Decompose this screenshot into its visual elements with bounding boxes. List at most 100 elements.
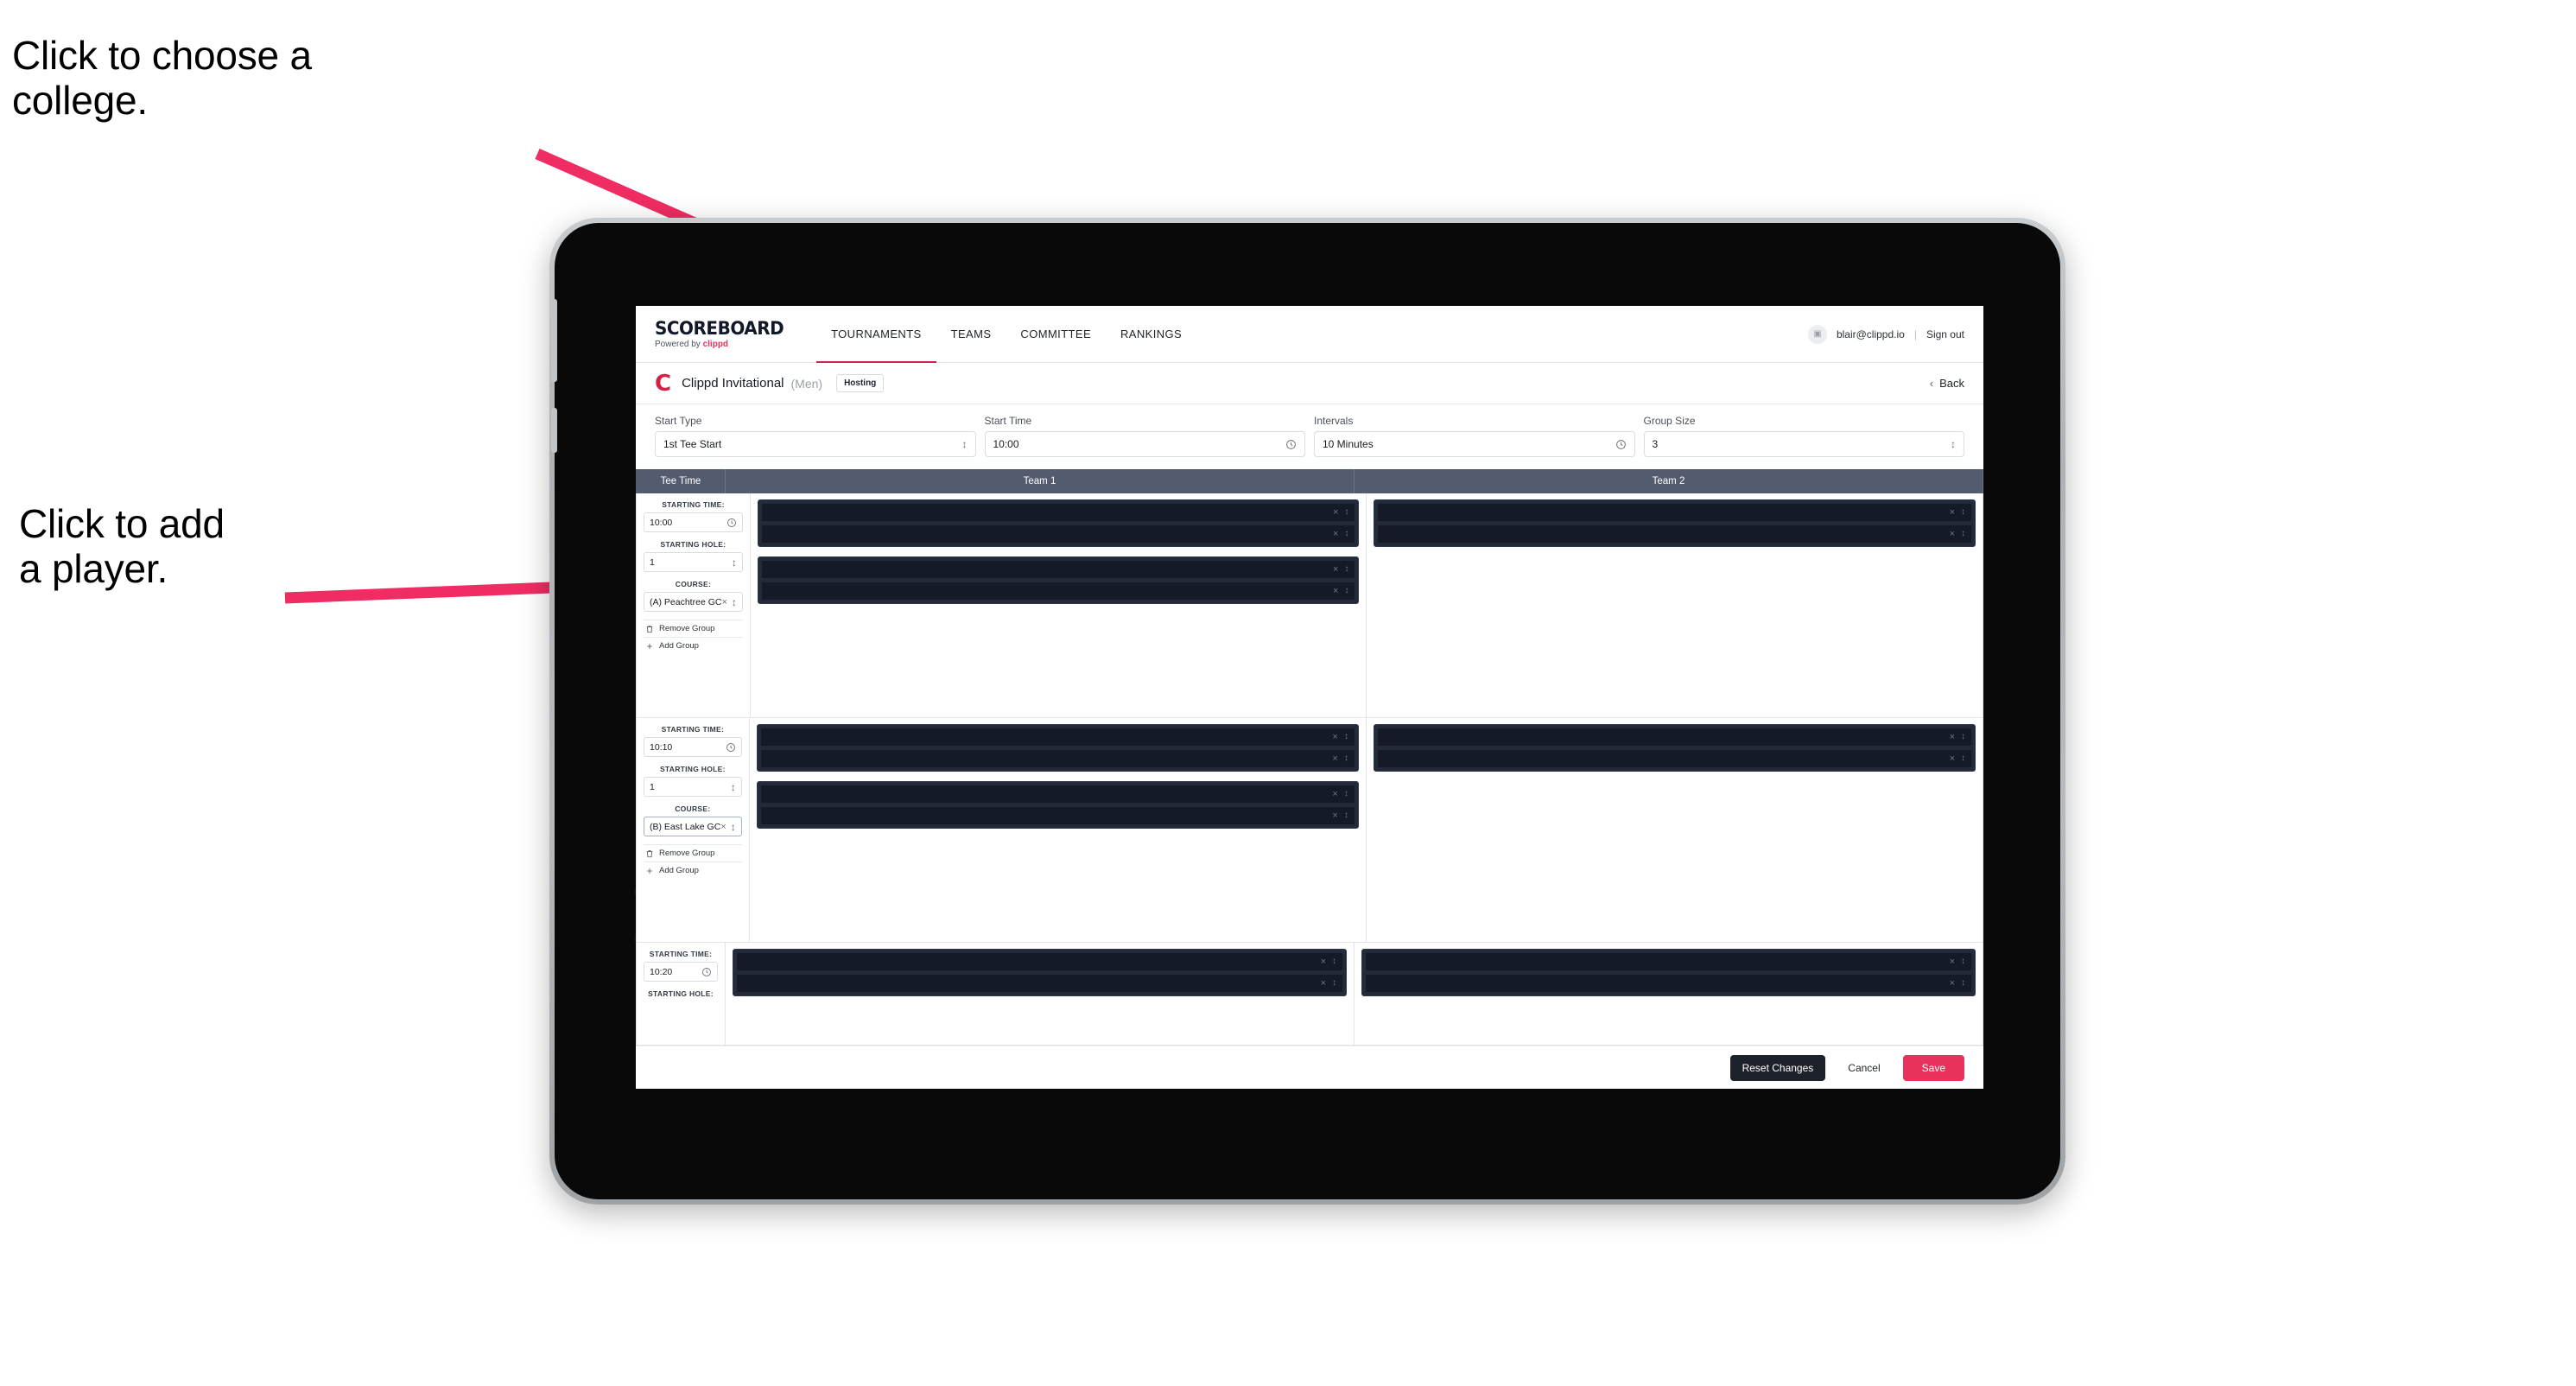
tee-time-row: STARTING TIME: 10:20 STARTING HOLE: × ↕ × ↕ × ↕ ×… bbox=[637, 943, 1983, 1045]
chevron-updown-icon[interactable]: ↕ bbox=[1344, 754, 1348, 763]
chevron-left-icon: ‹ bbox=[1929, 377, 1934, 390]
clear-icon[interactable]: × bbox=[1333, 586, 1338, 596]
chevron-updown-icon[interactable]: ↕ bbox=[1961, 508, 1965, 517]
column-header-tee-time: Tee Time bbox=[637, 469, 726, 493]
clear-icon[interactable]: × bbox=[1333, 529, 1338, 539]
tab-committee[interactable]: COMMITTEE bbox=[1006, 306, 1106, 362]
player-slot[interactable]: × ↕ bbox=[1377, 503, 1973, 522]
clock-icon bbox=[1615, 439, 1626, 449]
scoreboard-app-window: SCOREBOARD Powered by clippd TOURNAMENTS… bbox=[636, 306, 1983, 1089]
save-button[interactable]: Save bbox=[1902, 1054, 1964, 1081]
clock-icon bbox=[1286, 439, 1296, 449]
chevron-updown-icon[interactable]: ↕ bbox=[1344, 587, 1348, 595]
player-slot-group: × ↕ × ↕ bbox=[1373, 724, 1976, 772]
start-time-input[interactable]: 10:00 bbox=[984, 431, 1305, 457]
clear-icon[interactable]: × bbox=[1950, 529, 1955, 539]
player-slot[interactable]: × ↕ bbox=[759, 785, 1355, 804]
clear-icon[interactable]: × bbox=[721, 597, 726, 607]
chevron-updown-icon[interactable]: ↕ bbox=[1344, 811, 1348, 820]
clear-icon[interactable]: × bbox=[1950, 732, 1955, 742]
tab-tournaments[interactable]: TOURNAMENTS bbox=[816, 306, 936, 363]
start-type-select[interactable]: 1st Tee Start ↕ bbox=[655, 431, 976, 457]
player-slot[interactable]: × ↕ bbox=[1365, 974, 1972, 993]
top-navigation-bar: SCOREBOARD Powered by clippd TOURNAMENTS… bbox=[636, 306, 1983, 363]
clear-icon[interactable]: × bbox=[1333, 507, 1338, 518]
add-group-button[interactable]: Add Group bbox=[644, 861, 742, 879]
player-slot[interactable]: × ↕ bbox=[1377, 525, 1973, 544]
remove-group-button[interactable]: Remove Group bbox=[644, 844, 742, 861]
clear-icon[interactable]: × bbox=[1950, 507, 1955, 518]
sign-out-link[interactable]: Sign out bbox=[1926, 328, 1964, 340]
clear-icon[interactable]: × bbox=[1950, 978, 1955, 989]
chevron-updown-icon[interactable]: ↕ bbox=[1961, 754, 1965, 763]
player-slot[interactable]: × ↕ bbox=[736, 974, 1343, 993]
clear-icon[interactable]: × bbox=[720, 822, 726, 832]
clear-icon[interactable]: × bbox=[1321, 978, 1326, 989]
user-avatar-icon[interactable]: ▣ bbox=[1807, 324, 1827, 344]
chevron-updown-icon[interactable]: ↕ bbox=[1332, 957, 1336, 966]
tab-rankings[interactable]: RANKINGS bbox=[1106, 306, 1196, 362]
starting-time-input[interactable]: 10:20 bbox=[644, 962, 718, 982]
chevron-updown-icon[interactable]: ↕ bbox=[732, 557, 737, 568]
tournament-gender: (Men) bbox=[790, 376, 823, 391]
tee-time-row: STARTING TIME: 10:00 STARTING HOLE: 1 ↕ COURS… bbox=[637, 493, 1983, 718]
player-slot[interactable]: × ↕ bbox=[1376, 728, 1972, 747]
field-start-type: Start Type 1st Tee Start ↕ bbox=[655, 415, 976, 457]
add-group-button[interactable]: Add Group bbox=[644, 637, 743, 654]
chevron-updown-icon[interactable]: ↕ bbox=[1961, 979, 1965, 988]
cancel-button[interactable]: Cancel bbox=[1836, 1055, 1892, 1081]
starting-hole-label: STARTING HOLE: bbox=[660, 540, 726, 549]
player-slot[interactable]: × ↕ bbox=[760, 503, 1356, 522]
column-header-team-2: Team 2 bbox=[1355, 469, 1983, 493]
group-size-stepper[interactable]: 3 ↕ bbox=[1643, 431, 1964, 457]
player-slot[interactable]: × ↕ bbox=[760, 525, 1356, 544]
chevron-updown-icon[interactable]: ↕ bbox=[1344, 790, 1348, 798]
chevron-updown-icon[interactable]: ↕ bbox=[1961, 957, 1965, 966]
player-slot[interactable]: × ↕ bbox=[759, 749, 1355, 768]
starting-time-input[interactable]: 10:00 bbox=[644, 512, 743, 532]
course-select[interactable]: (A) Peachtree GC × ↕ bbox=[644, 592, 743, 612]
starting-hole-stepper[interactable]: 1 ↕ bbox=[644, 552, 743, 572]
starting-hole-label: STARTING HOLE: bbox=[648, 989, 714, 998]
starting-time-input[interactable]: 10:10 bbox=[644, 737, 742, 757]
back-link[interactable]: ‹ Back bbox=[1930, 377, 1964, 390]
chevron-updown-icon[interactable]: ↕ bbox=[1961, 733, 1965, 741]
clear-icon[interactable]: × bbox=[1333, 564, 1338, 575]
player-slot[interactable]: × ↕ bbox=[759, 806, 1355, 825]
player-slot[interactable]: × ↕ bbox=[1365, 952, 1972, 971]
chevron-updown-icon[interactable]: ↕ bbox=[731, 782, 736, 792]
field-start-type-label: Start Type bbox=[655, 415, 702, 427]
clear-icon[interactable]: × bbox=[1950, 753, 1955, 764]
clear-icon[interactable]: × bbox=[1332, 732, 1337, 742]
chevron-updown-icon[interactable]: ↕ bbox=[1344, 530, 1348, 538]
clear-icon[interactable]: × bbox=[1332, 753, 1337, 764]
player-slot[interactable]: × ↕ bbox=[759, 728, 1355, 747]
starting-time-label: STARTING TIME: bbox=[649, 950, 713, 958]
clear-icon[interactable]: × bbox=[1332, 789, 1337, 799]
clear-icon[interactable]: × bbox=[1321, 957, 1326, 967]
intervals-input[interactable]: 10 Minutes bbox=[1314, 431, 1635, 457]
player-slot[interactable]: × ↕ bbox=[760, 582, 1356, 601]
remove-group-button[interactable]: Remove Group bbox=[644, 620, 743, 637]
chevron-updown-icon[interactable]: ↕ bbox=[1344, 508, 1348, 517]
reset-changes-button[interactable]: Reset Changes bbox=[1729, 1054, 1826, 1081]
chevron-updown-icon[interactable]: ↕ bbox=[1344, 565, 1348, 574]
player-slot-group: × ↕ × ↕ bbox=[757, 556, 1360, 604]
clock-icon bbox=[726, 742, 735, 752]
chevron-updown-icon[interactable]: ↕ bbox=[1961, 530, 1965, 538]
course-select[interactable]: (B) East Lake GC × ↕ bbox=[644, 817, 742, 836]
chevron-updown-icon[interactable]: ↕ bbox=[732, 597, 737, 607]
intervals-value: 10 Minutes bbox=[1323, 438, 1374, 450]
starting-time-label: STARTING TIME: bbox=[661, 725, 725, 734]
tab-teams[interactable]: TEAMS bbox=[936, 306, 1006, 362]
chevron-updown-icon[interactable]: ↕ bbox=[1344, 733, 1348, 741]
player-slot[interactable]: × ↕ bbox=[760, 560, 1356, 579]
brand-logo[interactable]: SCOREBOARD Powered by clippd bbox=[655, 306, 816, 362]
clear-icon[interactable]: × bbox=[1332, 811, 1337, 821]
clear-icon[interactable]: × bbox=[1950, 957, 1955, 967]
chevron-updown-icon[interactable]: ↕ bbox=[731, 822, 736, 832]
starting-hole-stepper[interactable]: 1 ↕ bbox=[644, 777, 742, 797]
player-slot[interactable]: × ↕ bbox=[736, 952, 1343, 971]
chevron-updown-icon[interactable]: ↕ bbox=[1332, 979, 1336, 988]
player-slot[interactable]: × ↕ bbox=[1376, 749, 1972, 768]
